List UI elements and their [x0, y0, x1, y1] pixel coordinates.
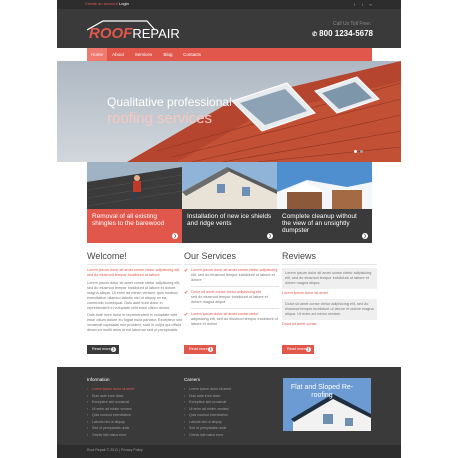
- welcome-lead: Lorem ipsum dolor sit amet conse ctetur …: [87, 268, 181, 277]
- service-item: ✔ Dolor sit amet conse ctetur adipisicin…: [184, 290, 279, 309]
- service-body: elit, sed do eiusmod tempor incididunt u…: [191, 273, 275, 282]
- arrow-right-icon: ❯: [111, 347, 116, 352]
- review-quote: Dolor sit amet conse ctetur adipisicing …: [282, 299, 377, 320]
- login-link[interactable]: Login: [119, 1, 129, 7]
- facebook-icon[interactable]: f: [352, 2, 357, 7]
- footer-careers: Careers Lorem ipsum dolor sit amet Duis …: [184, 377, 269, 438]
- review-author[interactable]: Lorem ipsum dolor sit amet: [282, 291, 377, 295]
- promo-tile-3[interactable]: Complete cleanup without the view of an …: [277, 162, 372, 243]
- phone-number: ✆ 800 1234-5678: [312, 29, 373, 38]
- create-account-link[interactable]: Create an account: [85, 1, 118, 7]
- house-image: [182, 162, 277, 209]
- welcome-read-more-button[interactable]: Read more ❯: [87, 345, 119, 354]
- service-body: adipisicing elit, sed do eiusmod tempor …: [191, 317, 278, 326]
- hero-title: Qualitative professional: [107, 95, 232, 109]
- nav-blog[interactable]: Blog: [158, 48, 178, 61]
- bottom-bar: Roof Repair © 2013 | Privacy Policy: [57, 445, 401, 458]
- page: Create an account Login f t ∞ ROOFREPAIR…: [57, 0, 401, 458]
- reviews-section: Reviews Lorem ipsum dolor sit amet conse…: [282, 251, 377, 330]
- nav-contacts[interactable]: Contacts: [178, 48, 206, 61]
- promo-tile-1[interactable]: Removal of all existing shingles to the …: [87, 162, 182, 243]
- top-bar: Create an account Login f t ∞: [57, 0, 401, 9]
- logo-text: ROOFREPAIR: [89, 25, 180, 42]
- hero-slider[interactable]: Qualitative professional roofing service…: [57, 61, 401, 162]
- promo-tile-2[interactable]: Installation of new ice shields and ridg…: [182, 162, 277, 243]
- check-icon: ✔: [184, 268, 189, 274]
- welcome-title: Welcome!: [87, 251, 182, 265]
- footer-link[interactable]: Omnis iste natus error: [184, 432, 269, 439]
- header: ROOFREPAIR Call Us Toll Free: ✆ 800 1234-…: [57, 9, 401, 48]
- phone-text: 800 1234-5678: [319, 29, 373, 38]
- promo-caption-1: Removal of all existing shingles to the …: [87, 209, 182, 243]
- welcome-paragraph-2: Duis aute irure dolor in reprehenderit i…: [87, 313, 182, 332]
- services-title: Our Services: [184, 251, 279, 265]
- check-icon: ✔: [184, 312, 189, 318]
- nav-home[interactable]: Home: [87, 48, 107, 61]
- copyright: Roof Repair © 2013 | Privacy Policy: [87, 448, 143, 452]
- welcome-section: Welcome! Lorem ipsum dolor sit amet cons…: [87, 251, 182, 335]
- arrow-right-icon: ❯: [306, 347, 311, 352]
- button-label: Read more: [92, 347, 111, 351]
- review-quote: Lorem ipsum dolor sit amet conse ctetur …: [282, 268, 377, 289]
- slider-dot-1[interactable]: [354, 150, 357, 153]
- service-item: ✔ Lorem ipsum dolor sit amet conse ctetu…: [184, 312, 279, 327]
- footer-careers-title: Careers: [184, 377, 201, 382]
- reviews-title: Reviews: [282, 251, 377, 265]
- hero-subtitle: roofing services: [107, 110, 213, 127]
- check-icon: ✔: [184, 290, 189, 296]
- rss-icon[interactable]: ∞: [368, 2, 373, 7]
- reroofing-banner[interactable]: Flat and Sloped Re-roofing: [283, 378, 371, 431]
- button-label: Read more: [189, 347, 208, 351]
- review-author[interactable]: Dolor sit amet conse: [282, 322, 377, 326]
- nav-about[interactable]: About: [107, 48, 129, 61]
- banner-title: Flat and Sloped Re-roofing: [290, 384, 354, 399]
- roofer-image: [87, 162, 182, 209]
- services-read-more-button[interactable]: Read more ❯: [184, 345, 216, 354]
- nav-services[interactable]: Services: [129, 48, 158, 61]
- footer-information: Information Lorem ipsum dolor sit amet D…: [87, 377, 172, 438]
- promo-caption-2: Installation of new ice shields and ridg…: [182, 209, 277, 243]
- main-nav: Home About Services Blog Contacts: [87, 48, 372, 61]
- call-us-label: Call Us Toll Free:: [333, 21, 371, 27]
- review-text: Dolor sit amet conse ctetur adipisicing …: [285, 302, 374, 316]
- arrow-right-icon[interactable]: ❯: [267, 233, 273, 239]
- service-body: sed do eiusmod tempor incididunt ut labo…: [191, 295, 268, 304]
- slider-dot-2[interactable]: [360, 150, 363, 153]
- welcome-paragraph-1: Lorem ipsum dolor sit amet conse ctetur …: [87, 281, 181, 310]
- divider: [191, 308, 279, 309]
- arrow-right-icon[interactable]: ❯: [172, 233, 178, 239]
- footer-link[interactable]: Omnis iste natus error: [87, 432, 172, 439]
- footer-info-title: Information: [87, 377, 110, 382]
- promo-caption-3: Complete cleanup without the view of an …: [277, 209, 372, 243]
- twitter-icon[interactable]: t: [360, 2, 365, 7]
- divider: [191, 286, 279, 287]
- button-label: Read more: [287, 347, 306, 351]
- services-section: Our Services ✔ Lorem ipsum dolor sit ame…: [184, 251, 279, 330]
- review-text: Lorem ipsum dolor sit amet conse ctetur …: [285, 271, 372, 285]
- arrow-right-icon: ❯: [208, 347, 213, 352]
- service-item: ✔ Lorem ipsum dolor sit amet conse ctetu…: [184, 268, 279, 287]
- snow-roof-image: [277, 162, 372, 209]
- reviews-read-more-button[interactable]: Read more ❯: [282, 345, 314, 354]
- logo-word-roof: ROOF: [89, 25, 133, 42]
- phone-icon: ✆: [312, 32, 318, 38]
- arrow-right-icon[interactable]: ❯: [362, 233, 368, 239]
- logo-word-repair: REPAIR: [132, 26, 180, 41]
